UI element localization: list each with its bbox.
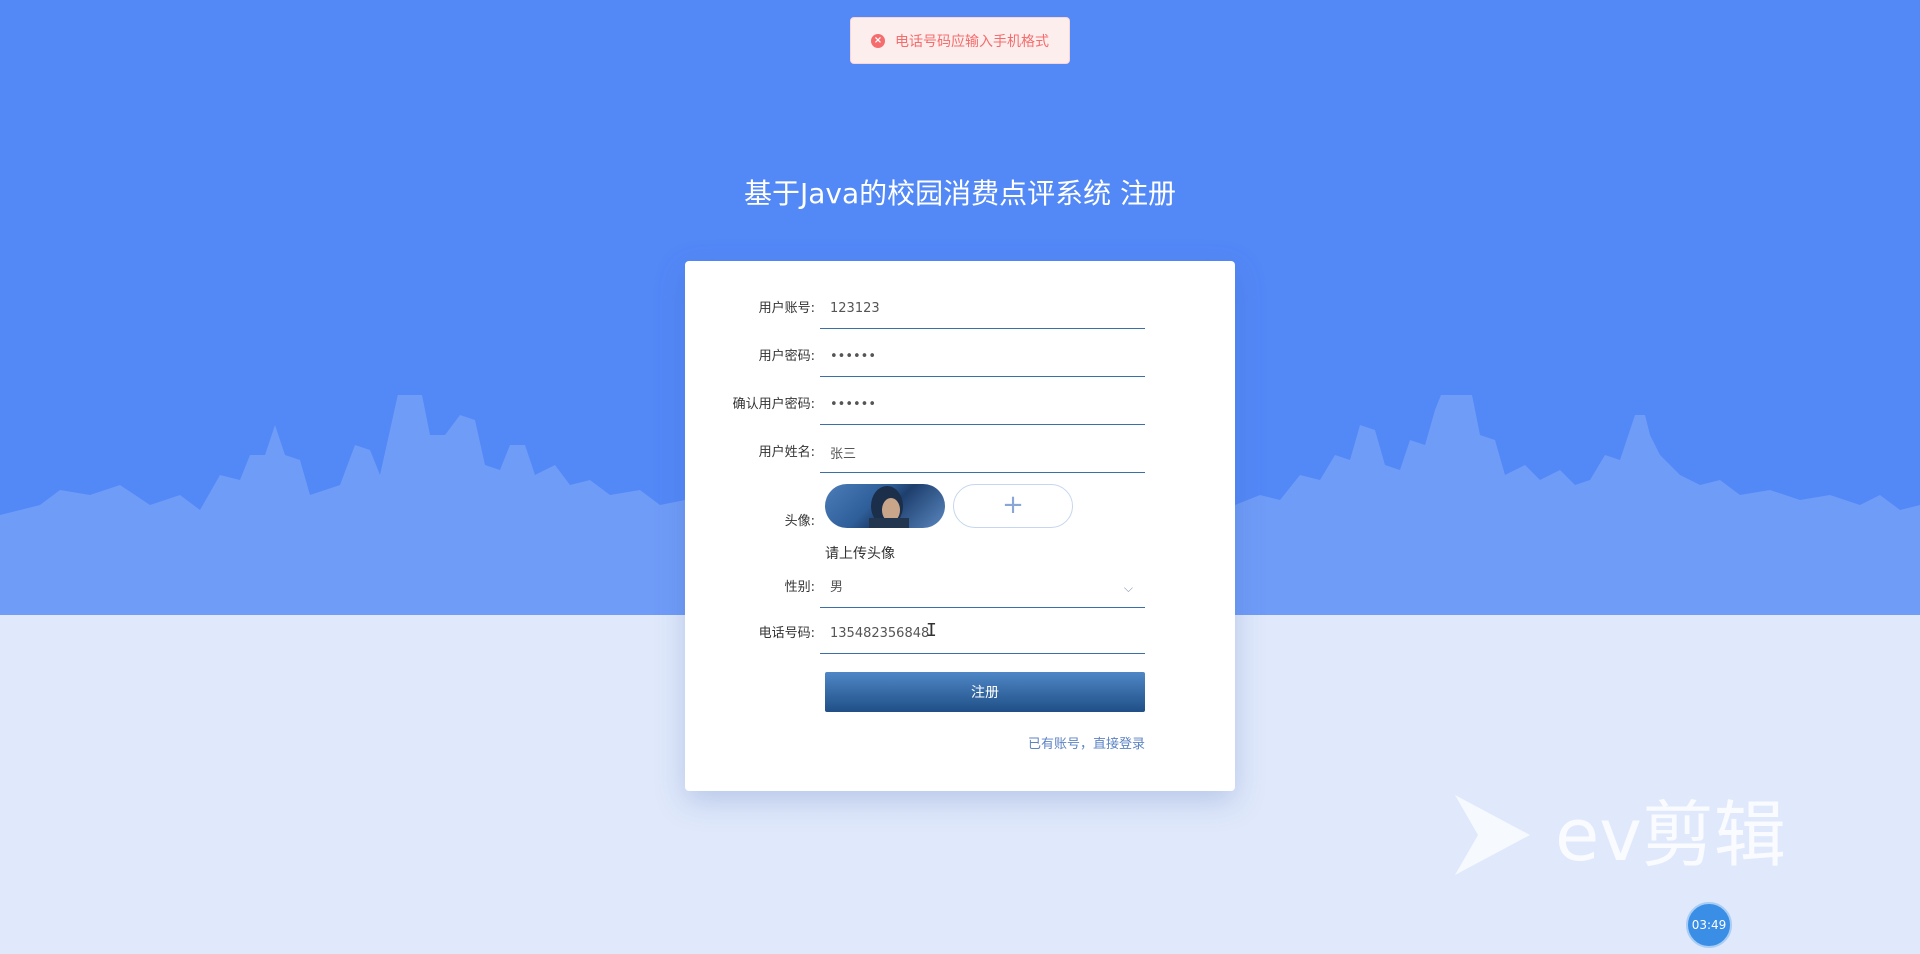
- avatar-upload-button[interactable]: +: [953, 484, 1073, 528]
- error-circle-icon: ×: [871, 33, 885, 48]
- watermark-logo: ev剪辑: [1450, 790, 1820, 880]
- confirm-password-row: 确认用户密码:: [685, 385, 1235, 425]
- watermark-text: ev剪辑: [1555, 793, 1786, 877]
- name-input[interactable]: [820, 433, 1145, 473]
- phone-row: 电话号码:: [685, 614, 1235, 654]
- gender-select[interactable]: 男 ⌵: [820, 568, 1145, 608]
- name-row: 用户姓名:: [685, 433, 1235, 473]
- avatar-label: 头像:: [784, 514, 815, 529]
- name-label: 用户姓名:: [758, 445, 815, 460]
- confirm-password-label: 确认用户密码:: [732, 397, 815, 412]
- login-link[interactable]: 已有账号，直接登录: [1028, 733, 1145, 752]
- password-input[interactable]: [820, 337, 1145, 377]
- register-form-card: 用户账号: 用户密码: 确认用户密码: 用户姓名: 头像: + 请上传头像 性别…: [685, 261, 1235, 791]
- avatar-preview-image[interactable]: [825, 484, 945, 528]
- gender-row: 性别: 男 ⌵: [685, 568, 1235, 608]
- account-label: 用户账号:: [758, 301, 815, 316]
- gender-value: 男: [830, 580, 844, 595]
- recording-timer[interactable]: 03:49: [1686, 902, 1732, 948]
- register-button[interactable]: 注册: [825, 672, 1145, 712]
- password-row: 用户密码:: [685, 337, 1235, 377]
- account-input[interactable]: [820, 289, 1145, 329]
- text-cursor-icon: I: [926, 620, 937, 641]
- error-toast: × 电话号码应输入手机格式: [850, 17, 1070, 64]
- chevron-down-icon: ⌵: [1123, 581, 1133, 595]
- avatar-photo-illustration: [869, 486, 909, 528]
- gender-label: 性别:: [784, 580, 815, 595]
- avatar-hint: 请上传头像: [825, 546, 895, 562]
- phone-label: 电话号码:: [758, 626, 815, 641]
- page-title: 基于Java的校园消费点评系统 注册: [743, 177, 1177, 210]
- phone-input[interactable]: [820, 614, 1145, 654]
- account-row: 用户账号:: [685, 289, 1235, 329]
- password-label: 用户密码:: [758, 349, 815, 364]
- confirm-password-input[interactable]: [820, 385, 1145, 425]
- play-icon: [1455, 795, 1530, 875]
- toast-message: 电话号码应输入手机格式: [895, 33, 1049, 50]
